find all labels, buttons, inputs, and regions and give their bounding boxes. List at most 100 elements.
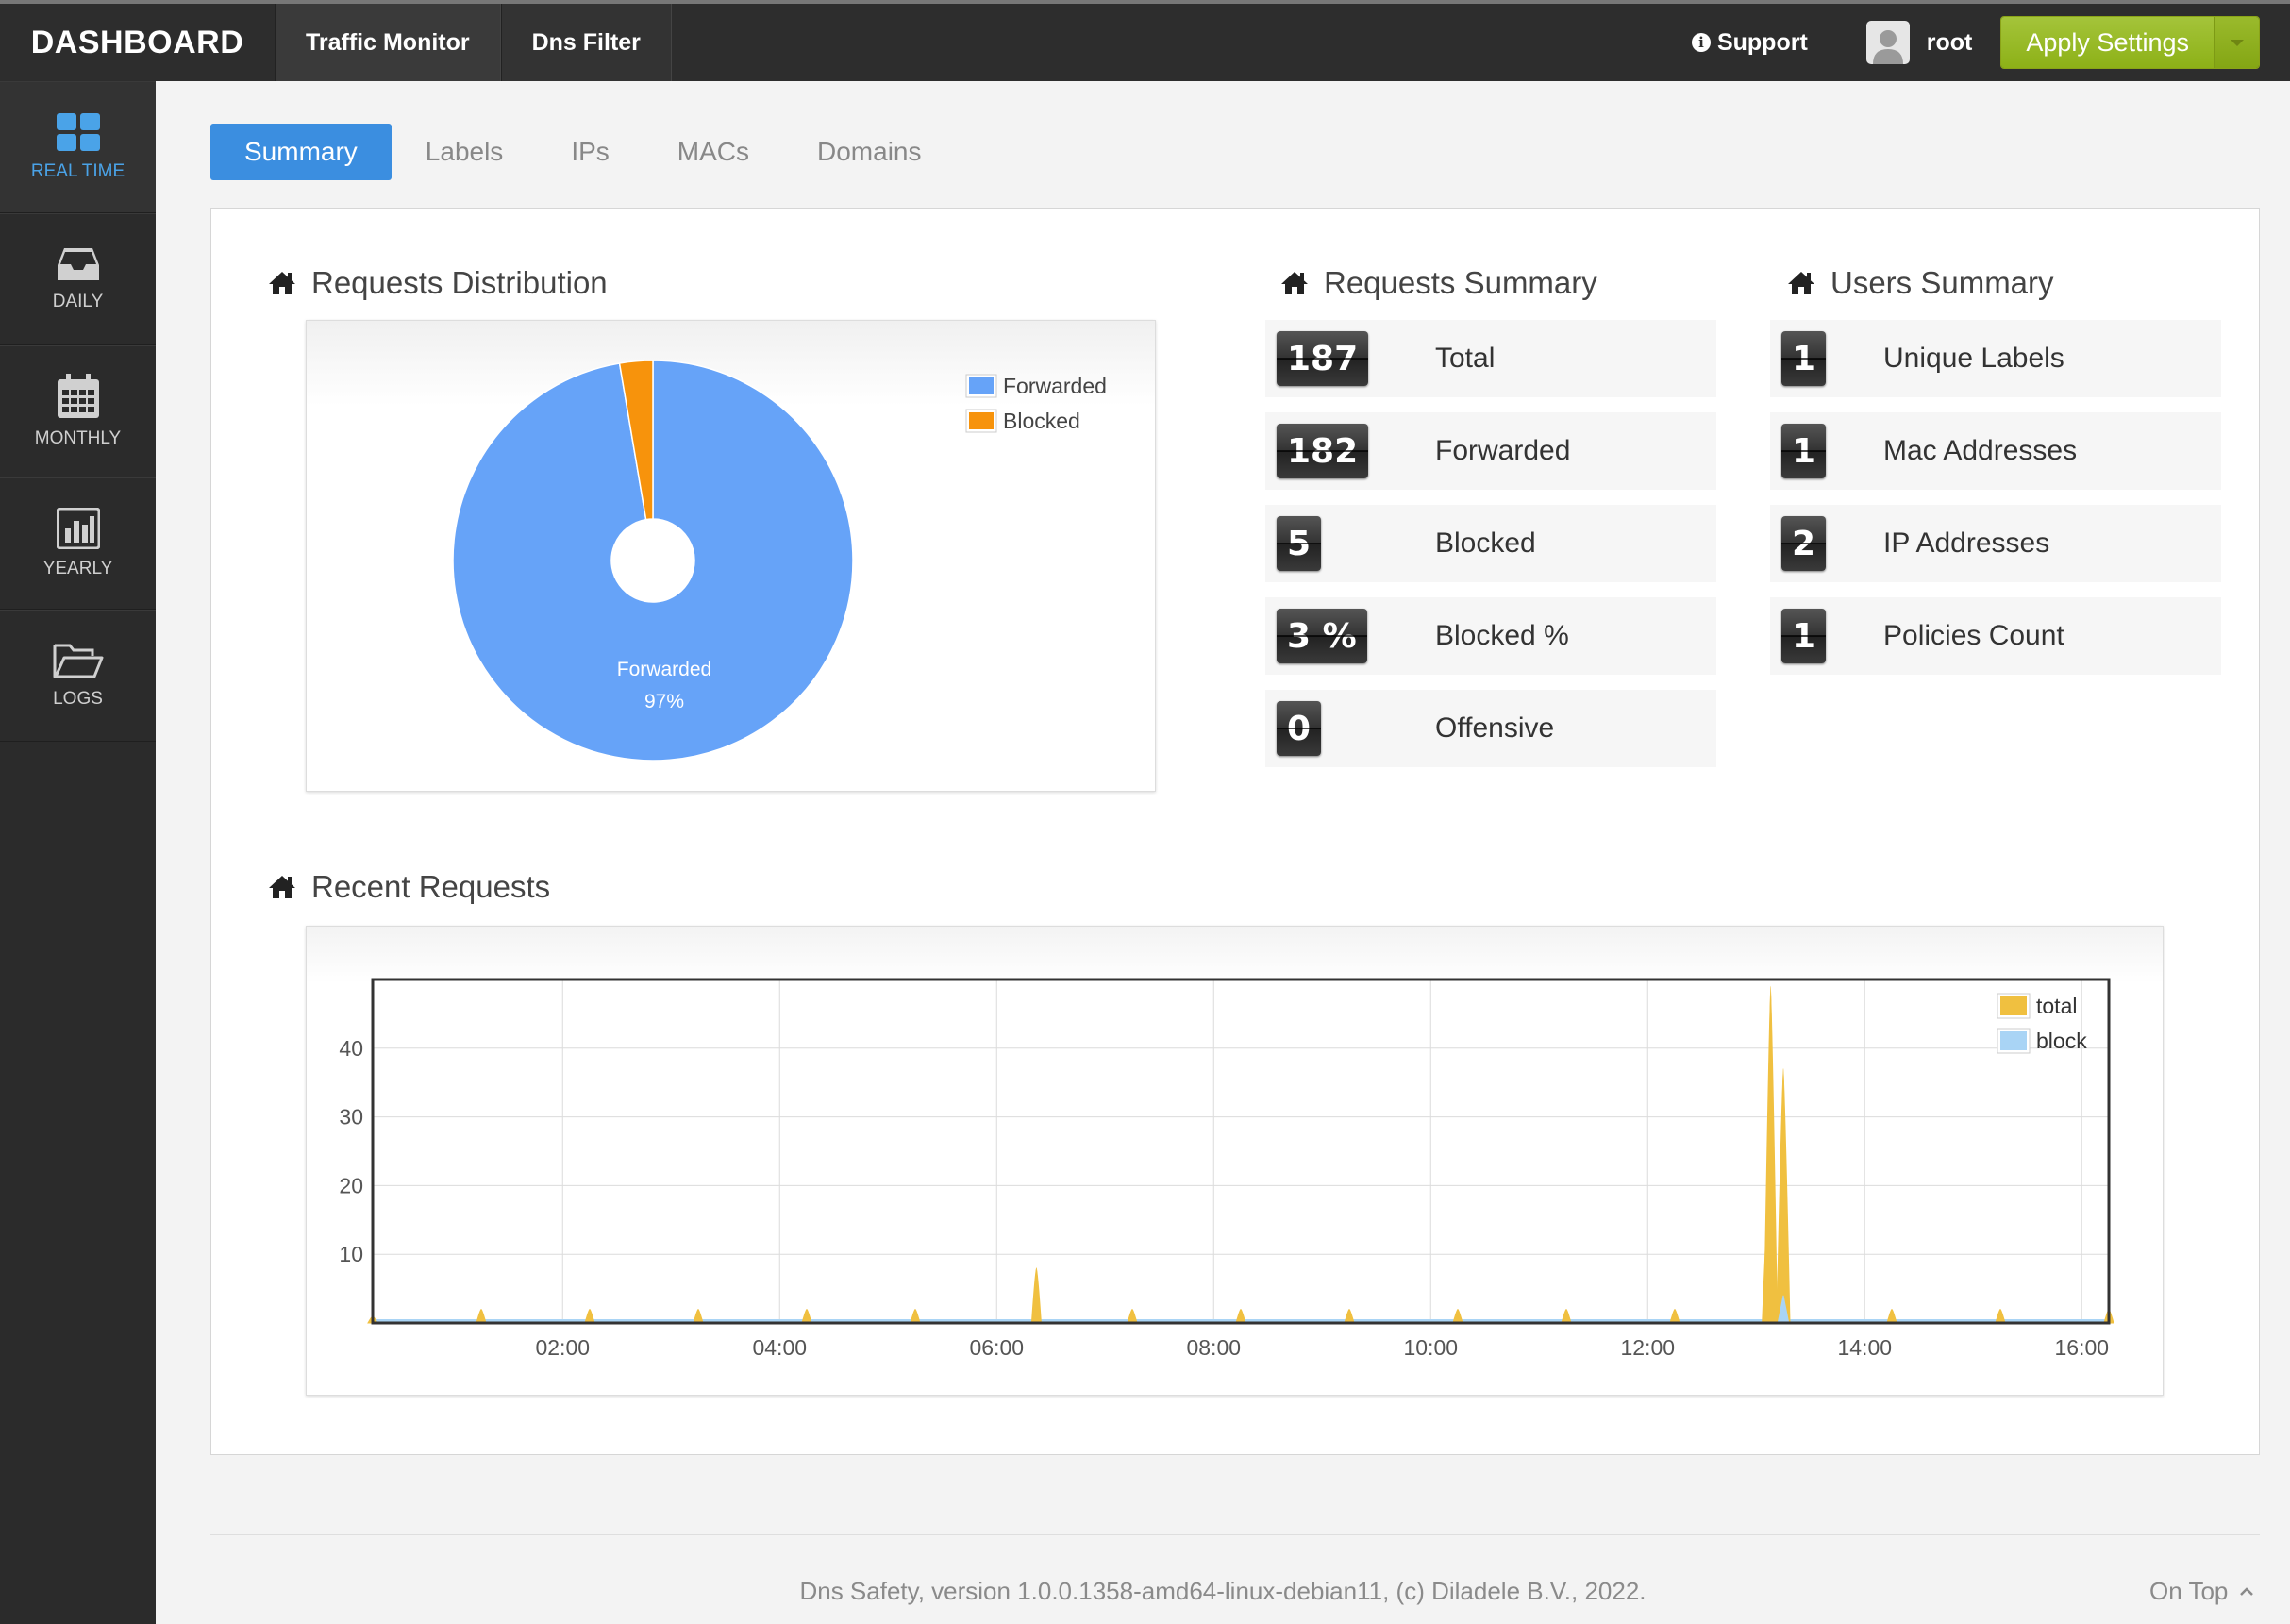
requests-summary-count-badge: 3 % xyxy=(1277,609,1367,663)
legend-label-blocked: Blocked xyxy=(1003,409,1080,433)
requests-summary-label: Blocked xyxy=(1435,527,1536,559)
users-summary-row: 1 Policies Count xyxy=(1770,597,2221,675)
user-icon xyxy=(1872,30,1903,64)
apply-settings-dropdown[interactable] xyxy=(2214,17,2259,68)
grid-icon xyxy=(56,113,100,151)
tab-domains[interactable]: Domains xyxy=(783,124,955,180)
users-summary-label: Unique Labels xyxy=(1883,343,2064,374)
x-tick-label: 16:00 xyxy=(2054,1335,2109,1360)
section-title-text: Requests Distribution xyxy=(311,265,608,300)
bar-chart-icon xyxy=(56,508,100,549)
requests-summary-count-badge: 187 xyxy=(1277,331,1369,386)
sidebar-item-label: REAL TIME xyxy=(30,161,125,181)
y-tick-label: 40 xyxy=(339,1036,363,1061)
users-summary-label: IP Addresses xyxy=(1883,527,2050,559)
requests-summary-count-badge: 5 xyxy=(1277,516,1322,571)
sidebar: REAL TIME DAILY MONTHLY YEARLY LOGS xyxy=(0,81,156,1624)
apply-settings-label[interactable]: Apply Settings xyxy=(2001,17,2214,68)
users-summary-count-badge: 1 xyxy=(1781,424,1827,478)
requests-summary-label: Offensive xyxy=(1435,712,1555,744)
nav-dns-filter[interactable]: Dns Filter xyxy=(500,4,672,81)
users-summary-row: 1 Unique Labels xyxy=(1770,320,2221,397)
tab-summary[interactable]: Summary xyxy=(210,124,392,180)
requests-summary-label: Total xyxy=(1435,343,1496,374)
x-tick-label: 14:00 xyxy=(1837,1335,1892,1360)
top-bar-right: i Support root Apply Settings xyxy=(1691,4,2290,81)
legend-label-total: total xyxy=(2036,994,2077,1018)
apply-settings-button[interactable]: Apply Settings xyxy=(2000,16,2260,69)
legend-swatch-blocked xyxy=(969,412,994,429)
nav-traffic-monitor[interactable]: Traffic Monitor xyxy=(275,4,501,81)
tab-macs[interactable]: MACs xyxy=(644,124,783,180)
requests-summary-row: 5 Blocked xyxy=(1265,505,1716,582)
info-icon: i xyxy=(1691,33,1711,52)
requests-summary-row: 3 % Blocked % xyxy=(1265,597,1716,675)
legend-swatch-block xyxy=(2000,1031,2027,1050)
sidebar-item-daily[interactable]: DAILY xyxy=(0,213,156,345)
avatar[interactable] xyxy=(1865,21,1910,64)
section-title-text: Recent Requests xyxy=(311,869,551,904)
requests-summary-label: Forwarded xyxy=(1435,435,1571,466)
inbox-icon xyxy=(57,248,99,280)
requests-summary-count-badge: 0 xyxy=(1277,701,1322,756)
pie-chart: Forwarded 97% Forwarded Blocked xyxy=(452,360,1107,762)
tab-labels[interactable]: Labels xyxy=(392,124,538,180)
sidebar-item-logs[interactable]: LOGS xyxy=(0,610,156,742)
section-title-text: Users Summary xyxy=(1830,265,2054,300)
home-icon xyxy=(269,272,295,294)
sidebar-item-label: YEARLY xyxy=(42,559,113,578)
requests-summary-label: Blocked % xyxy=(1435,620,1569,651)
requests-summary-row: 0 Offensive xyxy=(1265,690,1716,767)
home-icon xyxy=(1788,272,1814,294)
chevron-down-icon xyxy=(2230,39,2244,46)
requests-distribution-chart: Forwarded 97% Forwarded Blocked xyxy=(306,320,1156,792)
x-tick-label: 04:00 xyxy=(752,1335,807,1360)
sidebar-item-yearly[interactable]: YEARLY xyxy=(0,477,156,610)
x-tick-label: 06:00 xyxy=(969,1335,1024,1360)
tab-ips[interactable]: IPs xyxy=(537,124,643,180)
recent-requests-chart: 02:00 04:00 06:00 08:00 10:00 12:00 14:00 16:00… xyxy=(306,926,2164,1396)
sidebar-item-label: MONTHLY xyxy=(34,428,122,448)
home-icon xyxy=(1281,272,1308,294)
calendar-icon xyxy=(57,374,99,418)
legend-label-forwarded: Forwarded xyxy=(1003,374,1107,398)
line-chart: 02:00 04:00 06:00 08:00 10:00 12:00 14:00 16:00… xyxy=(339,978,2114,1360)
plot-area xyxy=(373,979,2109,1323)
footer-divider xyxy=(210,1534,2260,1535)
summary-panel: Requests Distribution Requests Summary U… xyxy=(210,208,2260,1455)
requests-summary-row: 182 Forwarded xyxy=(1265,412,1716,490)
home-icon xyxy=(269,876,295,898)
support-label: Support xyxy=(1716,28,1808,56)
section-title-users-summary: Users Summary xyxy=(1787,265,2054,301)
user-name[interactable]: root xyxy=(1927,29,1973,57)
pie-slice-label: Forwarded xyxy=(617,659,711,680)
users-summary-count-badge: 1 xyxy=(1781,331,1827,386)
x-tick-label: 10:00 xyxy=(1403,1335,1458,1360)
top-nav: Traffic Monitor Dns Filter xyxy=(275,4,672,81)
chevron-up-icon xyxy=(2240,1586,2254,1596)
section-title-distribution: Requests Distribution xyxy=(268,265,608,301)
support-link[interactable]: i Support xyxy=(1691,28,1808,57)
legend-label-block: block xyxy=(2036,1029,2087,1053)
legend-swatch-total xyxy=(2000,996,2027,1015)
x-tick-label: 08:00 xyxy=(1186,1335,1241,1360)
users-summary-label: Policies Count xyxy=(1883,620,2064,651)
requests-summary-row: 187 Total xyxy=(1265,320,1716,397)
top-bar: DASHBOARD Traffic Monitor Dns Filter i S… xyxy=(0,0,2290,81)
users-summary-label: Mac Addresses xyxy=(1883,435,2078,466)
y-tick-label: 10 xyxy=(339,1242,363,1266)
users-summary-count-badge: 1 xyxy=(1781,609,1827,663)
y-tick-label: 20 xyxy=(339,1173,363,1197)
sidebar-item-real-time[interactable]: REAL TIME xyxy=(0,81,156,213)
pie-slice-percent: 97% xyxy=(644,691,684,712)
y-tick-label: 30 xyxy=(339,1105,363,1130)
on-top-label: On Top xyxy=(2149,1577,2229,1605)
sidebar-item-monthly[interactable]: MONTHLY xyxy=(0,345,156,477)
x-tick-label: 02:00 xyxy=(535,1335,590,1360)
users-summary-count-badge: 2 xyxy=(1781,516,1827,571)
brand-logo[interactable]: DASHBOARD xyxy=(0,4,275,81)
users-summary-row: 2 IP Addresses xyxy=(1770,505,2221,582)
on-top-link[interactable]: On Top xyxy=(2149,1577,2256,1606)
main-content: Summary Labels IPs MACs Domains Requests… xyxy=(156,81,2290,1624)
footer-text: Dns Safety, version 1.0.0.1358-amd64-lin… xyxy=(799,1577,1646,1605)
